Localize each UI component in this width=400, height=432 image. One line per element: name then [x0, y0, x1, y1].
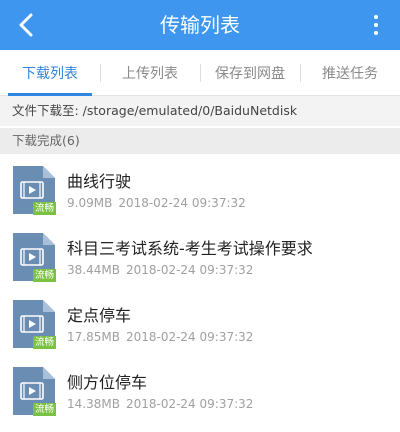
file-size: 14.38MB [67, 397, 120, 411]
tab-save-to-netdisk[interactable]: 保存到网盘 [200, 50, 300, 95]
file-size: 38.44MB [67, 263, 120, 277]
file-name: 曲线行驶 [67, 172, 132, 191]
more-vertical-icon-dot [374, 31, 378, 35]
quality-badge: 流畅 [32, 202, 56, 215]
file-name: 侧方位停车 [67, 373, 148, 392]
file-size: 9.09MB [67, 196, 113, 210]
more-vertical-icon-dot [374, 23, 378, 27]
video-file-icon: 流畅 [12, 165, 56, 215]
tab-push-tasks[interactable]: 推送任务 [300, 50, 400, 95]
file-name: 科目三考试系统-考生考试操作要求 [67, 239, 313, 258]
more-menu-button[interactable] [362, 9, 390, 41]
tab-upload-list[interactable]: 上传列表 [100, 50, 200, 95]
list-item[interactable]: 流畅 曲线行驶 9.09MB 2018-02-24 09:37:32 [0, 156, 400, 223]
video-file-icon: 流畅 [12, 299, 56, 349]
list-item[interactable]: 流畅 侧方位停车 14.38MB 2018-02-24 09:37:32 [0, 357, 400, 424]
quality-badge: 流畅 [32, 403, 56, 416]
app-bar: 传输列表 [0, 0, 400, 50]
download-path: 文件下载至: /storage/emulated/0/BaiduNetdisk [0, 96, 400, 126]
file-date: 2018-02-24 09:37:32 [118, 196, 246, 210]
video-file-icon: 流畅 [12, 366, 56, 416]
file-date: 2018-02-24 09:37:32 [125, 263, 254, 277]
video-file-icon: 流畅 [12, 232, 56, 282]
file-meta: 38.44MB 2018-02-24 09:37:32 [67, 263, 259, 277]
file-date: 2018-02-24 09:37:32 [125, 330, 254, 344]
page-title: 传输列表 [160, 13, 240, 37]
section-header: 下载完成(6) [0, 128, 400, 154]
quality-badge: 流畅 [32, 336, 56, 349]
file-meta: 14.38MB 2018-02-24 09:37:32 [67, 397, 259, 411]
file-meta: 9.09MB 2018-02-24 09:37:32 [67, 196, 252, 210]
more-vertical-icon [374, 15, 378, 19]
download-list: 流畅 曲线行驶 9.09MB 2018-02-24 09:37:32 流畅 科目三… [0, 156, 400, 424]
list-item[interactable]: 流畅 定点停车 17.85MB 2018-02-24 09:37:32 [0, 290, 400, 357]
file-size: 17.85MB [67, 330, 120, 344]
tab-bar: 下载列表 上传列表 保存到网盘 推送任务 [0, 50, 400, 96]
list-item[interactable]: 流畅 科目三考试系统-考生考试操作要求 38.44MB 2018-02-24 09… [0, 223, 400, 290]
quality-badge: 流畅 [32, 269, 56, 282]
file-date: 2018-02-24 09:37:32 [125, 397, 254, 411]
tab-download-list[interactable]: 下载列表 [0, 50, 100, 96]
file-meta: 17.85MB 2018-02-24 09:37:32 [67, 330, 259, 344]
file-name: 定点停车 [67, 306, 132, 325]
